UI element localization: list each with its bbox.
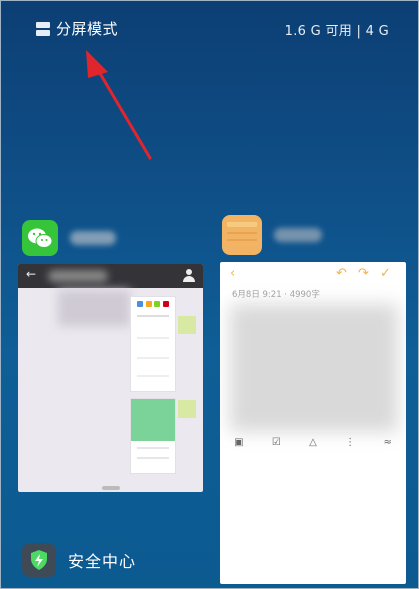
blurred-title — [48, 270, 108, 282]
wechat-icon — [22, 220, 58, 256]
blurred-region — [58, 290, 130, 326]
notes-icon — [222, 215, 262, 255]
share-icon[interactable]: ≈ — [383, 437, 391, 448]
blurred-note-content — [230, 304, 398, 432]
app-header-security-center[interactable]: 安全中心 — [22, 543, 136, 577]
shirt-icon[interactable]: △ — [309, 437, 317, 448]
app-header-wechat[interactable] — [22, 220, 116, 256]
scroll-indicator — [102, 486, 120, 490]
notes-name-blurred — [274, 228, 322, 242]
chat-thumbnail-2 — [130, 398, 176, 474]
shield-icon — [22, 543, 56, 577]
security-center-label: 安全中心 — [68, 552, 137, 571]
note-date-line: 6月8日 9:21 · 4990字 — [232, 290, 320, 300]
undo-icon[interactable]: ↶ — [336, 266, 347, 281]
wechat-card-topbar: ← — [18, 264, 203, 288]
checkbox-icon[interactable]: ☑ — [272, 437, 281, 448]
check-icon[interactable]: ✓ — [380, 266, 391, 281]
recent-card-notes[interactable]: ‹ ↶ ↷ ✓ 6月8日 9:21 · 4990字 ▣ ☑ △ ⋮ ≈ — [220, 262, 406, 584]
redo-icon[interactable]: ↷ — [358, 266, 369, 281]
chat-thumbnail-1 — [130, 296, 176, 392]
notes-toolbar: ‹ ↶ ↷ ✓ — [220, 262, 406, 286]
recent-card-wechat[interactable]: ← — [18, 264, 203, 492]
back-arrow-icon: ← — [26, 267, 37, 281]
app-header-notes[interactable] — [222, 215, 322, 255]
image-icon[interactable]: ▣ — [234, 437, 243, 448]
back-icon[interactable]: ‹ — [230, 266, 235, 281]
wechat-name-blurred — [70, 231, 116, 245]
app-dots — [137, 301, 169, 309]
more-icon[interactable]: ⋮ — [345, 437, 355, 448]
contact-icon — [183, 269, 195, 283]
chat-sticker-1 — [178, 316, 196, 334]
chat-sticker-2 — [178, 400, 196, 418]
notes-bottom-toolbar: ▣ ☑ △ ⋮ ≈ — [220, 434, 406, 450]
